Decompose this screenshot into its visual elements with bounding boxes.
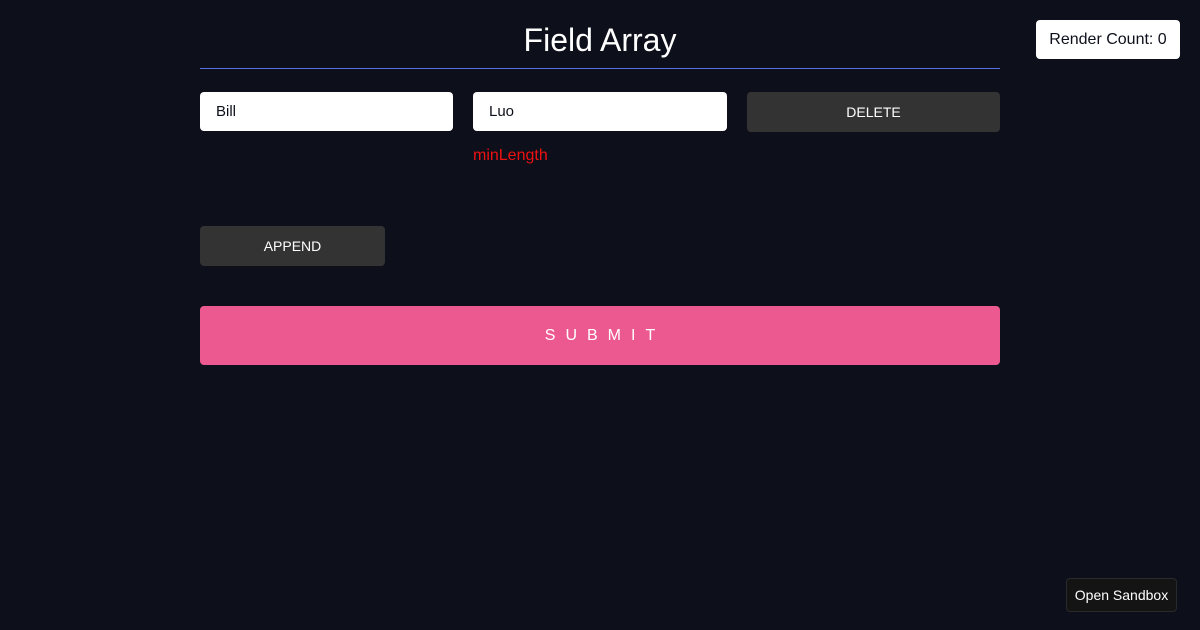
delete-button[interactable]: DELETE bbox=[747, 92, 1000, 132]
open-sandbox-button[interactable]: Open Sandbox bbox=[1066, 578, 1177, 612]
append-button[interactable]: APPEND bbox=[200, 226, 385, 266]
last-name-input[interactable] bbox=[473, 92, 727, 131]
first-name-input[interactable] bbox=[200, 92, 453, 131]
field-array-row: DELETE bbox=[200, 92, 1000, 132]
last-name-error-message: minLength bbox=[473, 147, 548, 164]
submit-button[interactable]: SUBMIT bbox=[200, 306, 1000, 365]
page-title: Field Array bbox=[200, 0, 1000, 69]
form-container: Field Array DELETE minLength APPEND SUBM… bbox=[200, 0, 1000, 365]
render-count-badge: Render Count: 0 bbox=[1036, 20, 1180, 59]
